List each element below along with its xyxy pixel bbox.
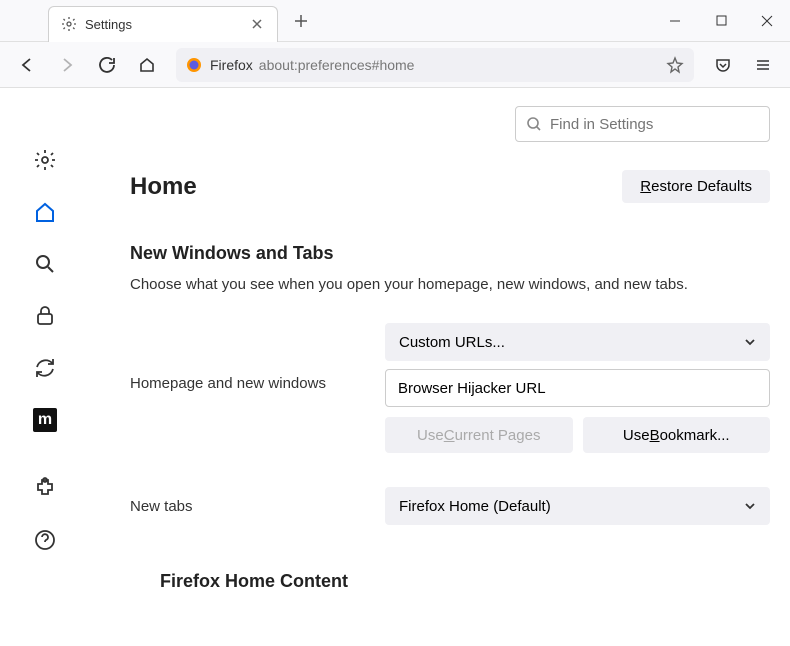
section-new-windows-title: New Windows and Tabs: [130, 243, 770, 264]
newtabs-select-value: Firefox Home (Default): [399, 498, 551, 515]
search-icon: [526, 116, 542, 132]
homepage-url-input[interactable]: [385, 369, 770, 407]
sidebar-home-icon[interactable]: [33, 200, 57, 224]
gear-icon: [61, 16, 77, 32]
sidebar-sync-icon[interactable]: [33, 356, 57, 380]
window-close-button[interactable]: [744, 0, 790, 42]
chevron-down-icon: [744, 336, 756, 348]
tab-title: Settings: [85, 17, 249, 32]
section-new-windows-desc: Choose what you see when you open your h…: [130, 274, 770, 295]
sidebar-privacy-icon[interactable]: [33, 304, 57, 328]
find-input[interactable]: [550, 116, 759, 133]
browser-tab[interactable]: Settings: [48, 6, 278, 42]
use-bookmark-button[interactable]: Use Bookmark...: [583, 417, 771, 453]
chevron-down-icon: [744, 500, 756, 512]
firefox-icon: [186, 57, 202, 73]
restore-defaults-button[interactable]: RRestore Defaultsestore Defaults: [622, 170, 770, 203]
url-bar[interactable]: Firefox about:preferences#home: [176, 48, 694, 82]
sidebar-more-icon[interactable]: m: [33, 408, 57, 432]
newtabs-label: New tabs: [130, 498, 385, 515]
find-in-settings[interactable]: [515, 106, 770, 142]
close-tab-icon[interactable]: [249, 16, 265, 32]
urlbar-text: about:preferences#home: [259, 57, 666, 73]
bookmark-star-icon[interactable]: [666, 56, 684, 74]
home-button[interactable]: [130, 48, 164, 82]
new-tab-button[interactable]: [286, 6, 316, 36]
page-title: Home: [130, 173, 197, 201]
hamburger-menu-icon[interactable]: [746, 48, 780, 82]
window-maximize-button[interactable]: [698, 0, 744, 42]
window-minimize-button[interactable]: [652, 0, 698, 42]
newtabs-select[interactable]: Firefox Home (Default): [385, 487, 770, 525]
homepage-select-value: Custom URLs...: [399, 334, 505, 351]
section-firefox-home-title: Firefox Home Content: [160, 571, 770, 592]
homepage-select[interactable]: Custom URLs...: [385, 323, 770, 361]
sidebar-help-icon[interactable]: [33, 528, 57, 552]
homepage-label: Homepage and new windows: [130, 323, 385, 392]
back-button[interactable]: [10, 48, 44, 82]
reload-button[interactable]: [90, 48, 124, 82]
urlbar-prefix: Firefox: [210, 57, 253, 73]
sidebar-general-icon[interactable]: [33, 148, 57, 172]
pocket-icon[interactable]: [706, 48, 740, 82]
sidebar-extensions-icon[interactable]: [33, 476, 57, 500]
use-current-pages-button: Use Current Pages: [385, 417, 573, 453]
forward-button: [50, 48, 84, 82]
sidebar-search-icon[interactable]: [33, 252, 57, 276]
